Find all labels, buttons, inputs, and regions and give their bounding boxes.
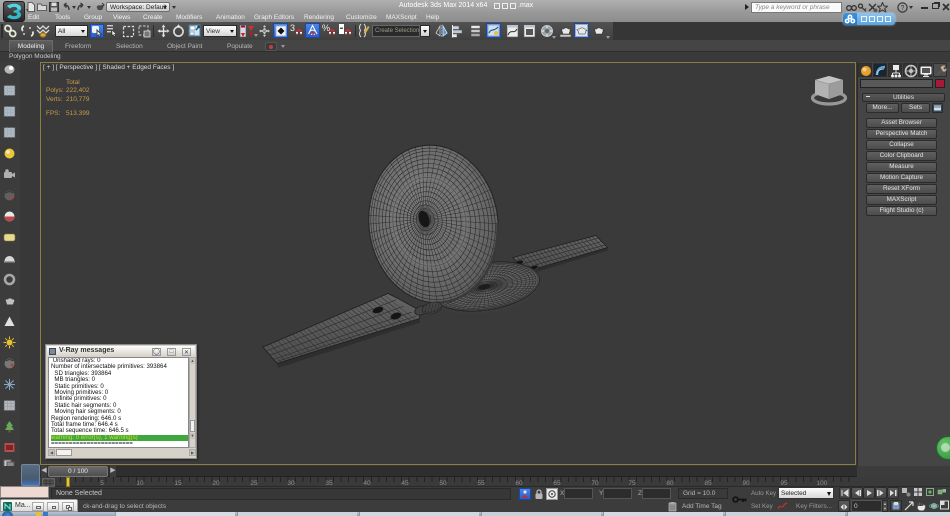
svg-text:?: ? bbox=[901, 5, 905, 12]
svg-text:3: 3 bbox=[290, 23, 295, 33]
svg-text:%: % bbox=[322, 23, 330, 33]
